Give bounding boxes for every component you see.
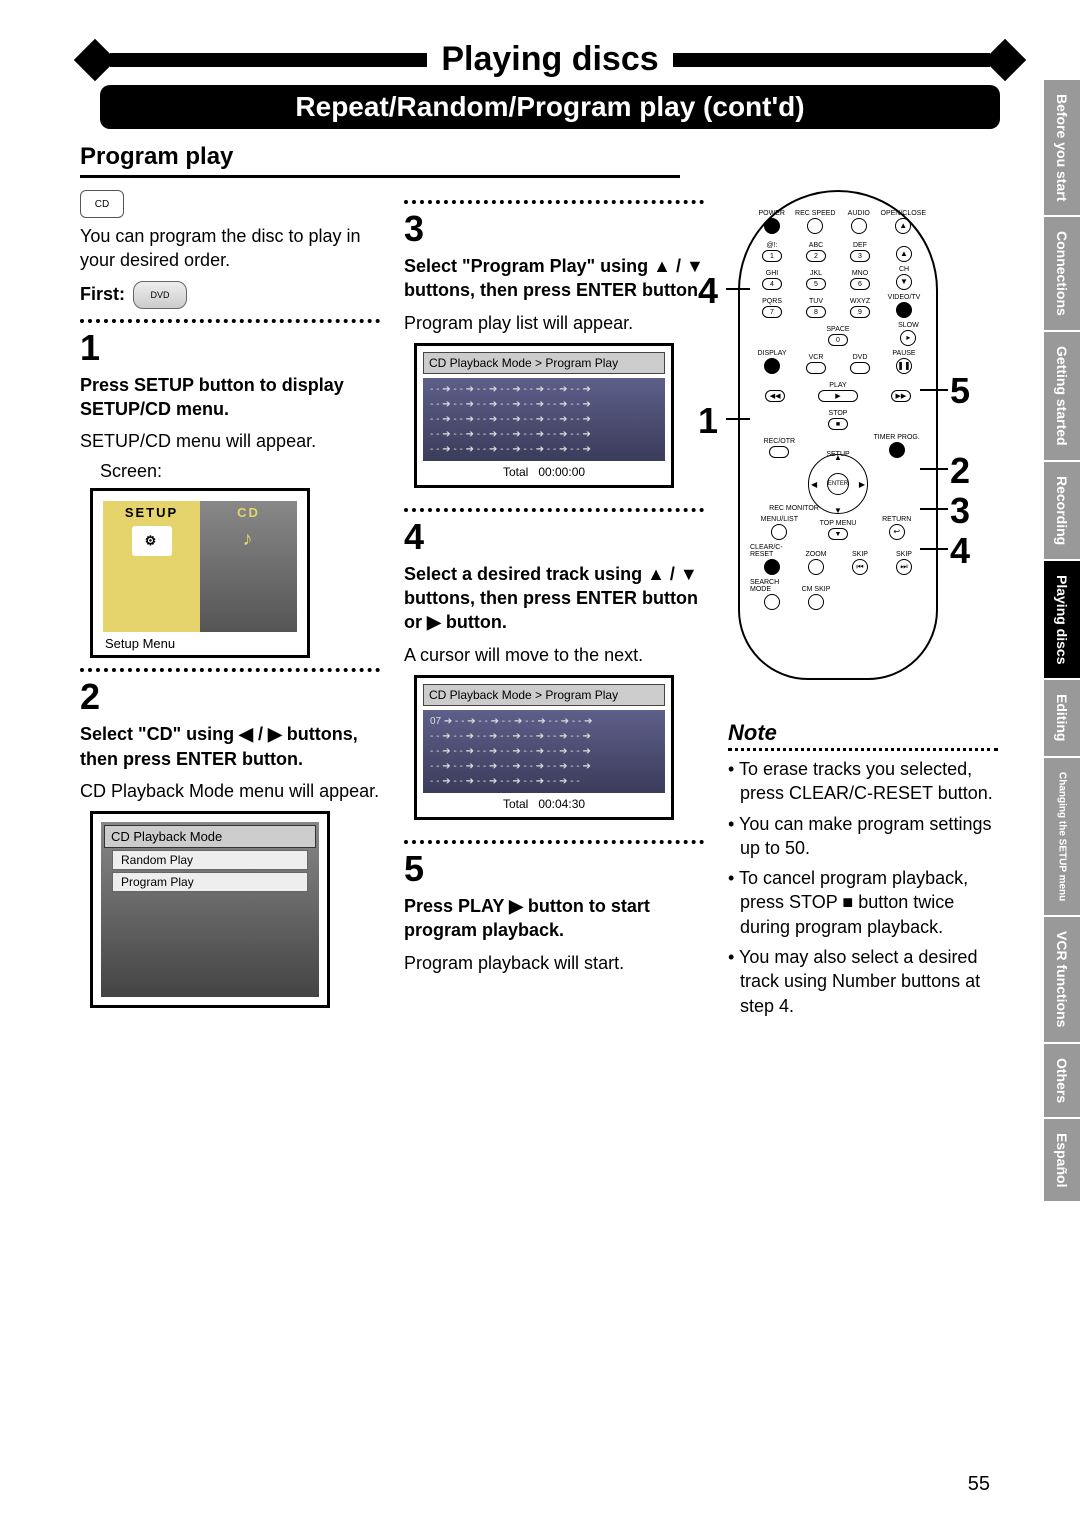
dvd-power-icon: DVD xyxy=(133,281,187,309)
cd-playback-screen: CD Playback Mode Random Play Program Pla… xyxy=(90,811,330,1008)
step-2-body: CD Playback Mode menu will appear. xyxy=(80,779,380,803)
step-4-body: A cursor will move to the next. xyxy=(404,643,704,667)
setup-screen: SETUP ⚙ CD ♪ Setup Menu xyxy=(90,488,310,658)
step-4-head: Select a desired track using ▲ / ▼ butto… xyxy=(404,562,704,635)
list-header: CD Playback Mode xyxy=(104,825,316,848)
step-1-body: SETUP/CD menu will appear. xyxy=(80,429,380,453)
side-tabs: Before you start Connections Getting sta… xyxy=(1044,80,1080,1203)
diamond-left-icon xyxy=(74,38,116,80)
note-item: You can make program settings up to 50. xyxy=(728,812,1008,861)
diamond-right-icon xyxy=(984,38,1026,80)
note-title: Note xyxy=(728,720,1008,746)
tab-connections[interactable]: Connections xyxy=(1044,217,1080,332)
note-list: To erase tracks you selected, press CLEA… xyxy=(728,757,1008,1018)
divider xyxy=(404,200,704,204)
chapter-banner: Playing discs xyxy=(80,40,1020,79)
callout-3: 3 xyxy=(950,490,970,532)
cd-disc-icon: CD xyxy=(80,190,124,218)
step-1-number: 1 xyxy=(80,327,380,369)
list-option: Program Play xyxy=(112,872,308,892)
list-option: Random Play xyxy=(112,850,308,870)
step-1-head: Press SETUP button to display SETUP/CD m… xyxy=(80,373,380,422)
callout-4: 4 xyxy=(698,270,718,312)
divider xyxy=(80,668,380,672)
divider xyxy=(404,840,704,844)
tab-vcr-functions[interactable]: VCR functions xyxy=(1044,917,1080,1043)
tab-getting-started[interactable]: Getting started xyxy=(1044,332,1080,462)
tab-editing[interactable]: Editing xyxy=(1044,680,1080,757)
program-play-screen-1: CD Playback Mode > Program Play - - ➔ - … xyxy=(414,343,674,488)
tab-others[interactable]: Others xyxy=(1044,1044,1080,1119)
tab-playing-discs[interactable]: Playing discs xyxy=(1044,561,1080,680)
chapter-title: Playing discs xyxy=(427,40,672,79)
audio-button-icon xyxy=(851,218,867,234)
breadcrumb: CD Playback Mode > Program Play xyxy=(423,684,665,706)
callout-4b: 4 xyxy=(950,530,970,572)
nav-pad-icon: ▲ ▼ ◀ ▶ ENTER xyxy=(808,454,868,514)
step-5-head: Press PLAY ▶ button to start program pla… xyxy=(404,894,704,943)
step-5-number: 5 xyxy=(404,848,704,890)
breadcrumb: CD Playback Mode > Program Play xyxy=(423,352,665,374)
divider xyxy=(80,319,380,323)
openclose-button-icon: ▲ xyxy=(895,218,911,234)
section-banner: Repeat/Random/Program play (cont'd) xyxy=(100,85,1000,129)
screen-label: Screen: xyxy=(100,461,380,482)
total-row: Total 00:00:00 xyxy=(423,461,665,479)
total-row: Total 00:04:30 xyxy=(423,793,665,811)
first-label: First: xyxy=(80,284,125,305)
screen-caption: Setup Menu xyxy=(103,632,297,651)
callout-2: 2 xyxy=(950,450,970,492)
cd-tab: CD ♪ xyxy=(200,501,297,632)
column-right: POWER REC SPEED AUDIO OPEN/CLOSE▲ @!:1 A… xyxy=(728,190,1020,1024)
step-2-number: 2 xyxy=(80,676,380,718)
note-item: To cancel program playback, press STOP ■… xyxy=(728,866,1008,939)
remote-control-illustration: POWER REC SPEED AUDIO OPEN/CLOSE▲ @!:1 A… xyxy=(738,190,938,680)
column-middle: 3 Select "Program Play" using ▲ / ▼ butt… xyxy=(404,190,704,1024)
recspeed-button-icon xyxy=(807,218,823,234)
tab-espanol[interactable]: Español xyxy=(1044,1119,1080,1203)
setup-tab: SETUP ⚙ xyxy=(103,501,200,632)
step-3-head: Select "Program Play" using ▲ / ▼ button… xyxy=(404,254,704,303)
note-box: Note To erase tracks you selected, press… xyxy=(728,720,1008,1018)
step-4-number: 4 xyxy=(404,516,704,558)
power-button-icon xyxy=(764,218,780,234)
column-left: CD You can program the disc to play in y… xyxy=(80,190,380,1024)
note-item: You may also select a desired track usin… xyxy=(728,945,1008,1018)
step-3-number: 3 xyxy=(404,208,704,250)
note-item: To erase tracks you selected, press CLEA… xyxy=(728,757,1008,806)
step-3-body: Program play list will appear. xyxy=(404,311,704,335)
intro-text: You can program the disc to play in your… xyxy=(80,224,380,273)
callout-1: 1 xyxy=(698,400,718,442)
step-2-head: Select "CD" using ◀ / ▶ buttons, then pr… xyxy=(80,722,380,771)
page-number: 55 xyxy=(968,1473,990,1496)
section-title: Program play xyxy=(80,143,680,178)
program-play-screen-2: CD Playback Mode > Program Play 07 ➔ - -… xyxy=(414,675,674,820)
step-5-body: Program playback will start. xyxy=(404,951,704,975)
tab-setup-menu[interactable]: Changing the SETUP menu xyxy=(1044,758,1080,917)
tab-before-you-start[interactable]: Before you start xyxy=(1044,80,1080,217)
tab-recording[interactable]: Recording xyxy=(1044,462,1080,561)
callout-5: 5 xyxy=(950,370,970,412)
divider xyxy=(404,508,704,512)
